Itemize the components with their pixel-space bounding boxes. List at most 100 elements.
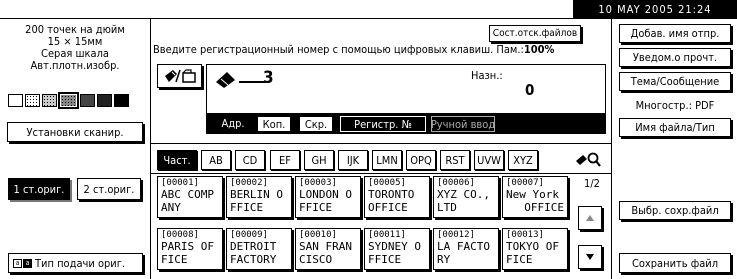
destination-entry-button[interactable]: [00005] TORONTO OFFICE <box>364 176 430 218</box>
destination-entry-button[interactable]: [00006] XYZ CO., LTD <box>433 176 499 218</box>
entry-name-line: OFFICE <box>524 201 564 214</box>
destination-entry-button[interactable]: [00010] SAN FRAN CISCO <box>295 228 361 270</box>
density-step <box>42 94 57 107</box>
destination-entry-button[interactable]: [00007] New York OFFICE <box>502 176 568 218</box>
feed-icon: a <box>13 258 22 268</box>
entry-name-line: FICE <box>161 253 188 266</box>
tab-hidden[interactable]: Скр. <box>299 116 333 132</box>
triangle-down-icon <box>586 254 594 260</box>
feed-rotated-icon: a <box>23 258 32 268</box>
file-name-type-button[interactable]: Имя файла/Тип <box>619 118 731 137</box>
tab-gh[interactable]: GH <box>304 150 334 170</box>
entry-name-line: DETROIT <box>230 240 277 253</box>
dest-label: Назн.: <box>471 69 503 82</box>
tab-address[interactable]: Адр. <box>216 117 250 131</box>
destination-entry-button[interactable]: [00008] PARIS OF FICE <box>157 228 223 270</box>
dest-mode-button[interactable] <box>157 64 202 88</box>
density-step <box>97 94 112 107</box>
destination-count: 3 <box>263 68 274 88</box>
tab-ab[interactable]: AB <box>201 150 231 170</box>
entry-name-line: CISCO <box>299 253 333 266</box>
instruction-message: Введите регистрационный номер с помощью … <box>153 43 603 57</box>
save-file-button[interactable]: Сохранить файл <box>619 253 731 273</box>
multipage-label: Многостр.: PDF <box>635 99 715 112</box>
density-bar[interactable] <box>8 92 143 109</box>
entry-name-line: TORONTO <box>368 188 415 201</box>
search-destination-button[interactable] <box>573 150 603 170</box>
scroll-up-button[interactable] <box>578 206 602 230</box>
tab-rst[interactable]: RST <box>440 150 470 170</box>
tab-lmn[interactable]: LMN <box>372 150 402 170</box>
dest-value: 0 <box>525 81 535 99</box>
entry-name-line: RY <box>437 253 451 266</box>
tab-ef[interactable]: EF <box>270 150 300 170</box>
original-feed-type-button[interactable]: a a Тип подачи ориг. <box>8 253 143 273</box>
entry-number: [00010] <box>299 230 337 240</box>
density-step <box>80 94 95 107</box>
tab-opq[interactable]: OPQ <box>406 150 436 170</box>
email-folder-icon <box>164 69 196 83</box>
alpha-rule <box>150 143 611 144</box>
add-sender-name-button[interactable]: Добав. имя отпр. <box>619 24 731 43</box>
entry-number: [00005] <box>368 178 406 188</box>
density-text: Авт.плотн.изобр. <box>30 59 120 72</box>
tab-registration-number[interactable]: Регистр. № <box>340 116 426 132</box>
entry-name-line: PARIS OF <box>161 240 214 253</box>
entry-number: [00003] <box>299 178 337 188</box>
entry-number: [00008] <box>161 230 199 240</box>
entry-name-line: LA FACTO <box>437 240 490 253</box>
entry-name-line: XYZ CO., <box>437 188 490 201</box>
destination-display: 3 Назн.: 0 <box>206 64 606 114</box>
entry-name-line: FFICE <box>230 201 264 214</box>
density-current <box>58 92 79 109</box>
right-divider <box>611 19 612 279</box>
destination-entry-button[interactable]: [00002] BERLIN O FFICE <box>226 176 292 218</box>
entry-name-line: SYDNEY O <box>368 240 421 253</box>
entry-name-line: FACTORY <box>230 253 277 266</box>
destination-entry-button[interactable]: [00003] LONDON O FFICE <box>295 176 361 218</box>
entry-number: [00007] <box>506 178 544 188</box>
scroll-down-button[interactable] <box>578 245 602 269</box>
one-side-original-button[interactable]: 1 ст.ориг. <box>8 178 70 200</box>
tab-copy[interactable]: Коп. <box>257 116 291 132</box>
select-stored-file-button[interactable]: Выбр. сохр.файл <box>619 201 731 220</box>
destination-entry-button[interactable]: [00013] TOKYO OF FICE <box>502 228 568 270</box>
destination-entry-button[interactable]: [00009] DETROIT FACTORY <box>226 228 292 270</box>
entry-name-line: ABC COMP <box>161 188 214 201</box>
entry-name-line: FFICE <box>368 253 402 266</box>
entry-name-line: FICE <box>506 253 533 266</box>
feed-type-label: Тип подачи ориг. <box>35 256 126 270</box>
tab-xyz[interactable]: XYZ <box>508 150 538 170</box>
entry-number: [00002] <box>230 178 268 188</box>
scan-settings-info: 200 точек на дюйм 15 × 15мм Серая шкала … <box>0 24 150 72</box>
left-divider <box>150 19 151 279</box>
page-indicator: 1/2 <box>584 177 600 190</box>
density-step <box>8 94 23 107</box>
tab-frequent[interactable]: Част. <box>157 150 197 170</box>
subject-message-button[interactable]: Тема/Сообщение <box>619 72 731 91</box>
tab-manual-entry[interactable]: Ручной ввод <box>431 116 495 132</box>
entry-number: [00012] <box>437 230 475 240</box>
destination-entry-button[interactable]: [00011] SYDNEY O FFICE <box>364 228 430 270</box>
entry-name-line: ANY <box>161 201 181 214</box>
entry-number: [00009] <box>230 230 268 240</box>
destination-entry-button[interactable]: [00012] LA FACTO RY <box>433 228 499 270</box>
destination-entry-button[interactable]: [00001] ABC COMP ANY <box>157 176 223 218</box>
tab-cd[interactable]: CD <box>235 150 265 170</box>
message-text: Введите регистрационный номер с помощью … <box>153 43 524 56</box>
entry-name-line: LONDON O <box>299 188 352 201</box>
read-notice-button[interactable]: Уведом.о прочт. <box>619 48 731 67</box>
tab-ijk[interactable]: IJK <box>338 150 368 170</box>
two-side-original-button[interactable]: 2 ст.ориг. <box>77 178 141 200</box>
triangle-up-icon <box>586 215 594 221</box>
entry-name-line: New York <box>506 188 559 201</box>
scan-settings-button[interactable]: Установки сканир. <box>7 122 143 142</box>
memory-value: 100% <box>523 43 555 56</box>
density-step <box>114 94 129 107</box>
file-status-button[interactable]: Сост.отск.файлов <box>489 25 581 42</box>
entry-name-line: TOKYO OF <box>506 240 559 253</box>
tab-uvw[interactable]: UVW <box>474 150 504 170</box>
email-icon <box>216 72 235 88</box>
density-step <box>25 94 40 107</box>
search-icon <box>576 152 601 167</box>
